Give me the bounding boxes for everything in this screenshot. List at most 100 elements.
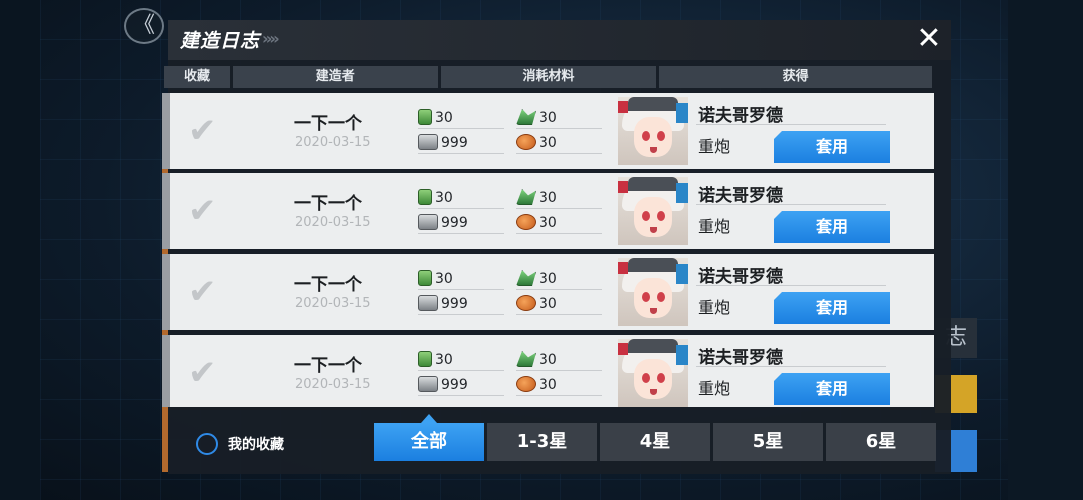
back-button[interactable]: 《: [124, 8, 164, 44]
ship-portrait: [618, 97, 688, 165]
ship-name: 诺夫哥罗德: [698, 106, 783, 126]
filter-button[interactable]: 全部: [374, 414, 484, 461]
oil-amount: 30: [435, 352, 453, 368]
build-log-row: ✔ 一下一个 2020-03-15 30 999 30 30 诺夫哥罗德 重炮 …: [162, 173, 934, 249]
bauxite-amount: 30: [539, 215, 557, 231]
divider: [696, 366, 886, 367]
material-steel: 999: [418, 293, 504, 315]
ship-type: 重炮: [698, 137, 731, 156]
ship-name: 诺夫哥罗德: [698, 348, 783, 368]
oil-icon: [418, 109, 432, 125]
background-left-strip: [0, 0, 40, 500]
material-oil: 30: [418, 349, 504, 371]
filter-button[interactable]: 4星: [600, 423, 710, 461]
filter-button[interactable]: 1-3星: [487, 423, 597, 461]
material-steel: 999: [418, 212, 504, 234]
ship-portrait: [618, 258, 688, 326]
material-oil: 30: [418, 268, 504, 290]
favorite-check-icon[interactable]: ✔: [188, 191, 217, 231]
star-filter-bar: 全部 1-3星 4星 5星 6星: [374, 414, 939, 461]
ship-portrait: [618, 339, 688, 407]
apply-button[interactable]: 套用: [774, 131, 890, 163]
material-ammo: 30: [516, 187, 602, 209]
steel-amount: 999: [441, 215, 468, 231]
apply-button[interactable]: 套用: [774, 373, 890, 405]
favorite-check-icon[interactable]: ✔: [188, 353, 217, 393]
steel-amount: 999: [441, 296, 468, 312]
builder-name: 一下一个: [294, 275, 362, 295]
material-bauxite: 30: [516, 374, 602, 396]
ship-type: 重炮: [698, 379, 731, 398]
favorites-radio-icon[interactable]: [196, 433, 218, 455]
bauxite-amount: 30: [539, 135, 557, 151]
bauxite-icon: [516, 134, 536, 150]
material-bauxite: 30: [516, 132, 602, 154]
filter-button[interactable]: 5星: [713, 423, 823, 461]
header-materials: 消耗材料: [440, 66, 657, 88]
build-date: 2020-03-15: [295, 215, 371, 230]
build-date: 2020-03-15: [295, 296, 371, 311]
builder-name: 一下一个: [294, 356, 362, 376]
dialog-titlebar: 建造日志 »» ✕: [168, 20, 951, 60]
bauxite-icon: [516, 295, 536, 311]
material-oil: 30: [418, 187, 504, 209]
close-button[interactable]: ✕: [913, 24, 945, 56]
ammo-amount: 30: [539, 110, 557, 126]
background-right-strip: [1008, 0, 1083, 500]
steel-icon: [418, 134, 438, 150]
material-bauxite: 30: [516, 212, 602, 234]
steel-icon: [418, 295, 438, 311]
material-ammo: 30: [516, 107, 602, 129]
ship-name: 诺夫哥罗德: [698, 186, 783, 206]
ammo-icon: [516, 189, 536, 205]
ammo-icon: [516, 270, 536, 286]
ammo-icon: [516, 351, 536, 367]
builder-name: 一下一个: [294, 114, 362, 134]
material-steel: 999: [418, 374, 504, 396]
oil-amount: 30: [435, 271, 453, 287]
header-obtained: 获得: [659, 66, 932, 88]
oil-amount: 30: [435, 110, 453, 126]
apply-button[interactable]: 套用: [774, 292, 890, 324]
oil-icon: [418, 351, 432, 367]
steel-icon: [418, 376, 438, 392]
bauxite-amount: 30: [539, 377, 557, 393]
build-log-list[interactable]: ✔ 一下一个 2020-03-15 30 999 30 30 诺夫哥罗德 重炮 …: [162, 93, 934, 407]
ship-portrait: [618, 177, 688, 245]
build-log-dialog: 建造日志 »» ✕ 收藏 建造者 消耗材料 获得 ✔ 一下一个 2020-03-…: [162, 20, 951, 474]
ship-type: 重炮: [698, 298, 731, 317]
build-log-row: ✔ 一下一个 2020-03-15 30 999 30 30 诺夫哥罗德 重炮 …: [162, 254, 934, 330]
favorite-check-icon[interactable]: ✔: [188, 272, 217, 312]
build-log-row: ✔ 一下一个 2020-03-15 30 999 30 30 诺夫哥罗德 重炮 …: [162, 335, 934, 407]
ammo-amount: 30: [539, 190, 557, 206]
ship-name: 诺夫哥罗德: [698, 267, 783, 287]
header-builder: 建造者: [232, 66, 438, 88]
oil-icon: [418, 270, 432, 286]
oil-icon: [418, 189, 432, 205]
material-steel: 999: [418, 132, 504, 154]
favorites-toggle[interactable]: 我的收藏: [196, 433, 284, 455]
build-date: 2020-03-15: [295, 135, 371, 150]
divider: [696, 285, 886, 286]
material-ammo: 30: [516, 268, 602, 290]
steel-amount: 999: [441, 135, 468, 151]
material-oil: 30: [418, 107, 504, 129]
favorites-label: 我的收藏: [228, 437, 284, 453]
dialog-title: 建造日志: [180, 30, 261, 52]
oil-amount: 30: [435, 190, 453, 206]
divider: [696, 124, 886, 125]
bauxite-icon: [516, 376, 536, 392]
ship-type: 重炮: [698, 217, 731, 236]
bauxite-amount: 30: [539, 296, 557, 312]
ammo-amount: 30: [539, 271, 557, 287]
header-favorite: 收藏: [164, 66, 230, 88]
table-header: 收藏 建造者 消耗材料 获得: [164, 66, 932, 88]
material-ammo: 30: [516, 349, 602, 371]
bauxite-icon: [516, 214, 536, 230]
steel-icon: [418, 214, 438, 230]
filter-button[interactable]: 6星: [826, 423, 936, 461]
ammo-icon: [516, 109, 536, 125]
favorite-check-icon[interactable]: ✔: [188, 111, 217, 151]
divider: [696, 204, 886, 205]
apply-button[interactable]: 套用: [774, 211, 890, 243]
